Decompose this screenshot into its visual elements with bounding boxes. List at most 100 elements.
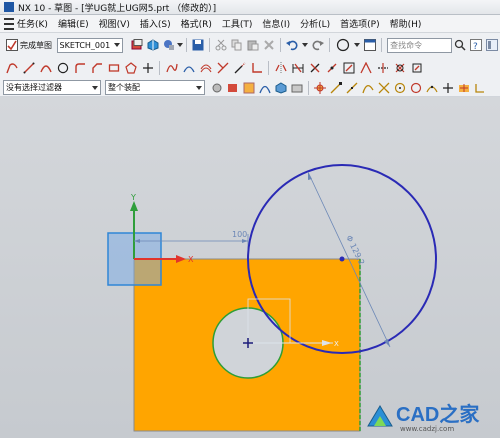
make-corner-button[interactable] <box>248 60 265 76</box>
display-constraints-button[interactable] <box>323 60 340 76</box>
menu-edit[interactable]: 编辑(E) <box>58 17 89 30</box>
trim-icon <box>217 62 228 74</box>
menu-tools[interactable]: 工具(T) <box>222 17 253 30</box>
trim-button[interactable] <box>214 60 231 76</box>
rapid-dimension-button[interactable] <box>289 60 306 76</box>
redo-button[interactable] <box>310 37 326 53</box>
animate-dimension-icon <box>359 62 372 74</box>
studio-spline-button[interactable] <box>163 60 180 76</box>
offset-curve-icon <box>200 64 211 73</box>
alternate-solution-button[interactable] <box>391 60 408 76</box>
menu-help[interactable]: 帮助(H) <box>390 17 422 30</box>
menu-insert[interactable]: 插入(S) <box>140 17 171 30</box>
arc-center-button[interactable] <box>392 80 408 96</box>
feature-selection-button[interactable] <box>225 80 241 96</box>
general-selection-icon <box>212 83 222 92</box>
command-finder-placeholder: 查找命令 <box>390 40 423 50</box>
update-model-icon <box>164 40 175 50</box>
dimension-horizontal-value[interactable]: 100 <box>232 230 247 239</box>
menu-icon <box>4 17 14 30</box>
polygon-button[interactable] <box>122 60 139 76</box>
existing-point-button[interactable] <box>440 80 456 96</box>
search-button[interactable] <box>452 37 468 53</box>
orient-view-button[interactable] <box>129 37 145 53</box>
fit-curve-button[interactable] <box>180 60 197 76</box>
circle-icon <box>336 38 349 52</box>
profile-button[interactable] <box>3 60 20 76</box>
update-model-button[interactable] <box>161 37 177 53</box>
general-selection-button[interactable] <box>209 80 225 96</box>
line-button[interactable] <box>20 60 37 76</box>
window-button[interactable] <box>362 37 378 53</box>
bounded-grid-button[interactable] <box>472 80 488 96</box>
extend-button[interactable] <box>231 60 248 76</box>
menu-analysis[interactable]: 分析(L) <box>300 17 330 30</box>
solid-body-button[interactable] <box>289 80 305 96</box>
convert-reference-button[interactable] <box>374 60 391 76</box>
command-finder-input[interactable]: 查找命令 <box>387 37 453 53</box>
offset-curve-button[interactable] <box>197 60 214 76</box>
infer-constraints-button[interactable] <box>408 60 425 76</box>
delete-button[interactable] <box>261 37 277 53</box>
snap-point-button[interactable] <box>312 80 328 96</box>
paste-button[interactable] <box>245 37 261 53</box>
menu-view[interactable]: 视图(V) <box>99 17 130 30</box>
select-face-button[interactable] <box>241 80 257 96</box>
undo-icon <box>286 40 298 51</box>
selection-filter-select[interactable]: 没有选择过滤器 <box>3 80 101 95</box>
intersection-point-button[interactable] <box>376 80 392 96</box>
finish-sketch-button[interactable]: 完成草图 <box>6 37 54 53</box>
resource-bar-icon <box>486 39 499 51</box>
arc-button[interactable] <box>37 60 54 76</box>
auto-constrain-button[interactable] <box>340 60 357 76</box>
menu-info[interactable]: 信息(I) <box>262 17 290 30</box>
circle-center-point[interactable] <box>339 256 345 262</box>
menu-format[interactable]: 格式(R) <box>181 17 212 30</box>
point-on-surface-button[interactable] <box>456 80 472 96</box>
dimension-arrow <box>242 239 248 243</box>
help-button[interactable]: ? <box>468 37 484 53</box>
fillet-button[interactable] <box>71 60 88 76</box>
watermark-url: www.cadzj.com <box>400 425 455 433</box>
mid-point-button[interactable] <box>344 80 360 96</box>
y-axis-arrow <box>130 201 138 211</box>
menu-tasks[interactable]: 任务(K) <box>4 17 48 30</box>
dimension-arrow <box>308 172 312 180</box>
menu-preferences[interactable]: 首选项(P) <box>340 17 379 30</box>
chevron-down-icon[interactable] <box>354 43 361 47</box>
display-constraints-icon <box>327 63 336 73</box>
end-point-button[interactable] <box>328 80 344 96</box>
animate-dimension-button[interactable] <box>357 60 374 76</box>
cut-button[interactable] <box>213 37 229 53</box>
svg-text:?: ? <box>473 42 478 51</box>
reattach-button[interactable] <box>145 37 161 53</box>
intersection-point-icon <box>378 82 390 93</box>
toolbar-separator <box>159 61 160 75</box>
finish-sketch-icon <box>6 39 18 51</box>
entire-part-button[interactable] <box>273 80 289 96</box>
point-on-curve-button[interactable] <box>424 80 440 96</box>
mirror-curve-button[interactable] <box>272 60 289 76</box>
quadrant-point-button[interactable] <box>408 80 424 96</box>
title-bar: NX 10 - 草图 - [学UG就上UG网5.prt （修改的）] <box>0 0 500 15</box>
assembly-scope-select[interactable]: 整个装配 <box>105 80 205 95</box>
rectangle-button[interactable] <box>105 60 122 76</box>
chevron-down-icon[interactable] <box>177 43 184 47</box>
rectangle-icon <box>108 64 119 72</box>
undo-button[interactable] <box>284 37 300 53</box>
graphics-window[interactable]: Y X 100 Φ 129.2 X CAD之家 www.cadzj.com <box>0 97 500 438</box>
save-button[interactable] <box>190 37 206 53</box>
delete-icon <box>264 40 274 50</box>
curve-rule-button[interactable] <box>257 80 273 96</box>
resource-bar-button[interactable] <box>484 37 500 53</box>
geometric-constraints-button[interactable] <box>306 60 323 76</box>
circle-tool-button[interactable] <box>54 60 71 76</box>
point-button[interactable] <box>139 60 156 76</box>
chamfer-button[interactable] <box>88 60 105 76</box>
sketch-name-select[interactable]: SKETCH_001 <box>56 37 124 53</box>
copy-button[interactable] <box>229 37 245 53</box>
chevron-down-icon[interactable] <box>302 43 309 47</box>
sketch-view: Y X 100 Φ 129.2 X <box>107 164 437 432</box>
circle-selection-button[interactable] <box>333 37 352 53</box>
control-point-button[interactable] <box>360 80 376 96</box>
